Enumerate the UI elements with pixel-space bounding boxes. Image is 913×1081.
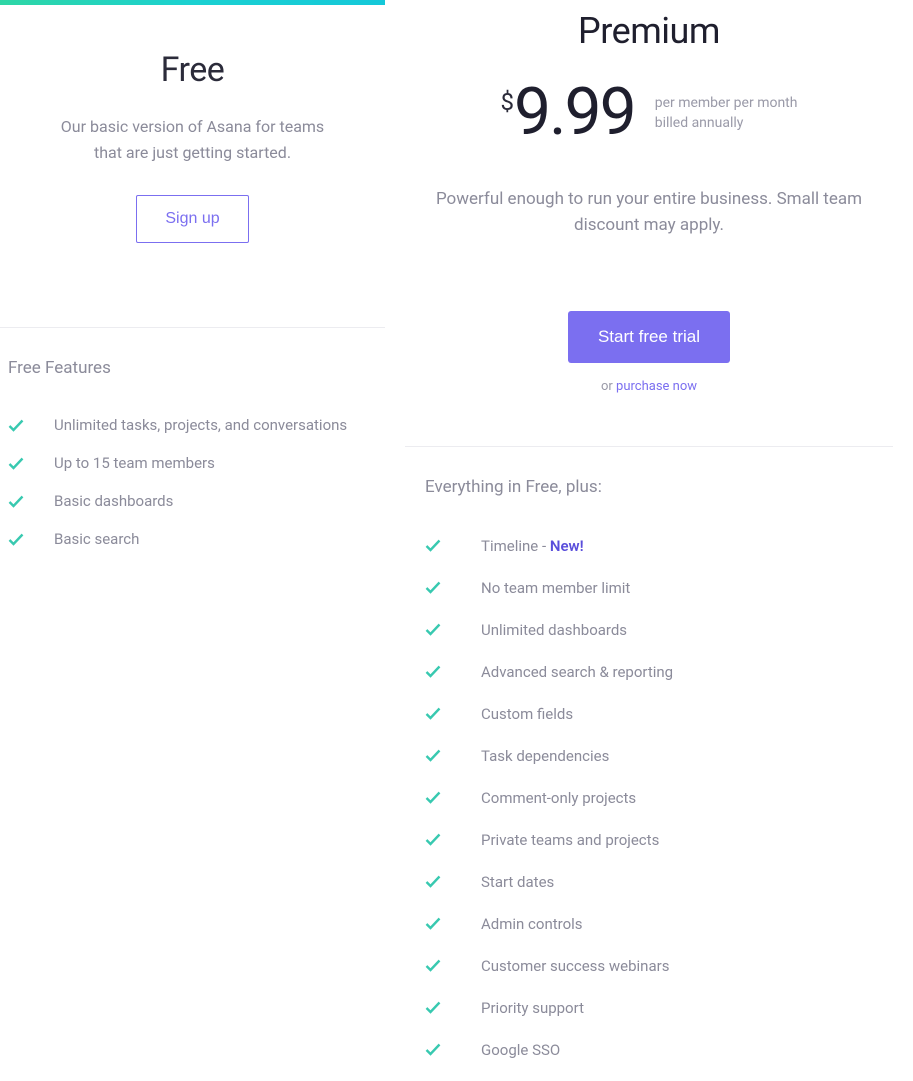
plan-premium-title: Premium	[405, 10, 893, 52]
feature-item: Private teams and projects	[425, 819, 883, 861]
plan-free-description: Our basic version of Asana for teams tha…	[30, 114, 355, 165]
feature-text: Start dates	[481, 873, 554, 891]
features-heading-free: Free Features	[8, 358, 375, 378]
price-note-2: billed annually	[655, 115, 744, 131]
price-amount: 9.99	[514, 80, 635, 146]
check-icon	[425, 622, 441, 638]
price-note-1: per member per month	[655, 95, 798, 111]
plan-free-title: Free	[30, 50, 355, 90]
feature-item: Unlimited tasks, projects, and conversat…	[8, 406, 375, 444]
pricing-plans: Free Our basic version of Asana for team…	[0, 0, 913, 1081]
feature-text: Basic dashboards	[54, 492, 173, 510]
feature-text: Unlimited dashboards	[481, 621, 627, 639]
price-caption: per member per month billed annually	[655, 94, 798, 133]
feature-text: Custom fields	[481, 705, 573, 723]
feature-item: Customer success webinars	[425, 945, 883, 987]
purchase-now-link[interactable]: purchase now	[616, 379, 697, 394]
price-amount-block: $ 9.99	[501, 80, 635, 146]
feature-item: Up to 15 team members	[8, 444, 375, 482]
check-icon	[8, 493, 24, 509]
feature-badge-new: New!	[550, 537, 584, 555]
feature-text: Admin controls	[481, 915, 583, 933]
check-icon	[425, 538, 441, 554]
check-icon	[425, 958, 441, 974]
feature-text: Up to 15 team members	[54, 454, 215, 472]
feature-text: Basic search	[54, 530, 139, 548]
feature-item: Basic search	[8, 520, 375, 558]
feature-item: Basic dashboards	[8, 482, 375, 520]
check-icon	[425, 664, 441, 680]
feature-item: Admin controls	[425, 903, 883, 945]
check-icon	[425, 832, 441, 848]
feature-text: Priority support	[481, 999, 584, 1017]
start-free-trial-button[interactable]: Start free trial	[568, 311, 730, 363]
features-heading-premium: Everything in Free, plus:	[425, 477, 883, 497]
feature-text: Task dependencies	[481, 747, 609, 765]
feature-text: Unlimited tasks, projects, and conversat…	[54, 416, 347, 434]
feature-item: Custom fields	[425, 693, 883, 735]
feature-item: Google SSO	[425, 1029, 883, 1071]
check-icon	[425, 916, 441, 932]
plan-premium-description: Powerful enough to run your entire busin…	[405, 186, 893, 239]
price-currency: $	[501, 88, 515, 116]
feature-item: Start dates	[425, 861, 883, 903]
feature-item: No team member limit	[425, 567, 883, 609]
feature-text: Timeline - New!	[481, 537, 584, 555]
feature-item: Priority support	[425, 987, 883, 1029]
feature-item: Task dependencies	[425, 735, 883, 777]
feature-text: No team member limit	[481, 579, 630, 597]
signup-button[interactable]: Sign up	[136, 195, 248, 243]
feature-item: Unlimited dashboards	[425, 609, 883, 651]
feature-item: Advanced search & reporting	[425, 651, 883, 693]
plan-premium: Premium $ 9.99 per member per month bill…	[385, 0, 913, 1081]
feature-text: Advanced search & reporting	[481, 663, 673, 681]
plan-free-features: Free Features Unlimited tasks, projects,…	[0, 328, 385, 568]
purchase-line: or purchase now	[405, 379, 893, 394]
check-icon	[425, 874, 441, 890]
check-icon	[425, 748, 441, 764]
check-icon	[425, 706, 441, 722]
check-icon	[425, 1042, 441, 1058]
price-row: $ 9.99 per member per month billed annua…	[405, 80, 893, 146]
check-icon	[8, 417, 24, 433]
plan-free: Free Our basic version of Asana for team…	[0, 0, 385, 1081]
feature-text: Customer success webinars	[481, 957, 669, 975]
check-icon	[425, 580, 441, 596]
feature-text: Google SSO	[481, 1041, 560, 1059]
check-icon	[8, 531, 24, 547]
feature-item: Comment-only projects	[425, 777, 883, 819]
plan-free-header: Free Our basic version of Asana for team…	[0, 5, 385, 283]
plan-premium-features: Everything in Free, plus: Timeline - New…	[405, 447, 893, 1081]
feature-text: Private teams and projects	[481, 831, 659, 849]
feature-text: Comment-only projects	[481, 789, 636, 807]
or-prefix: or	[601, 379, 616, 394]
check-icon	[425, 1000, 441, 1016]
check-icon	[425, 790, 441, 806]
feature-item: Timeline - New!	[425, 525, 883, 567]
check-icon	[8, 455, 24, 471]
